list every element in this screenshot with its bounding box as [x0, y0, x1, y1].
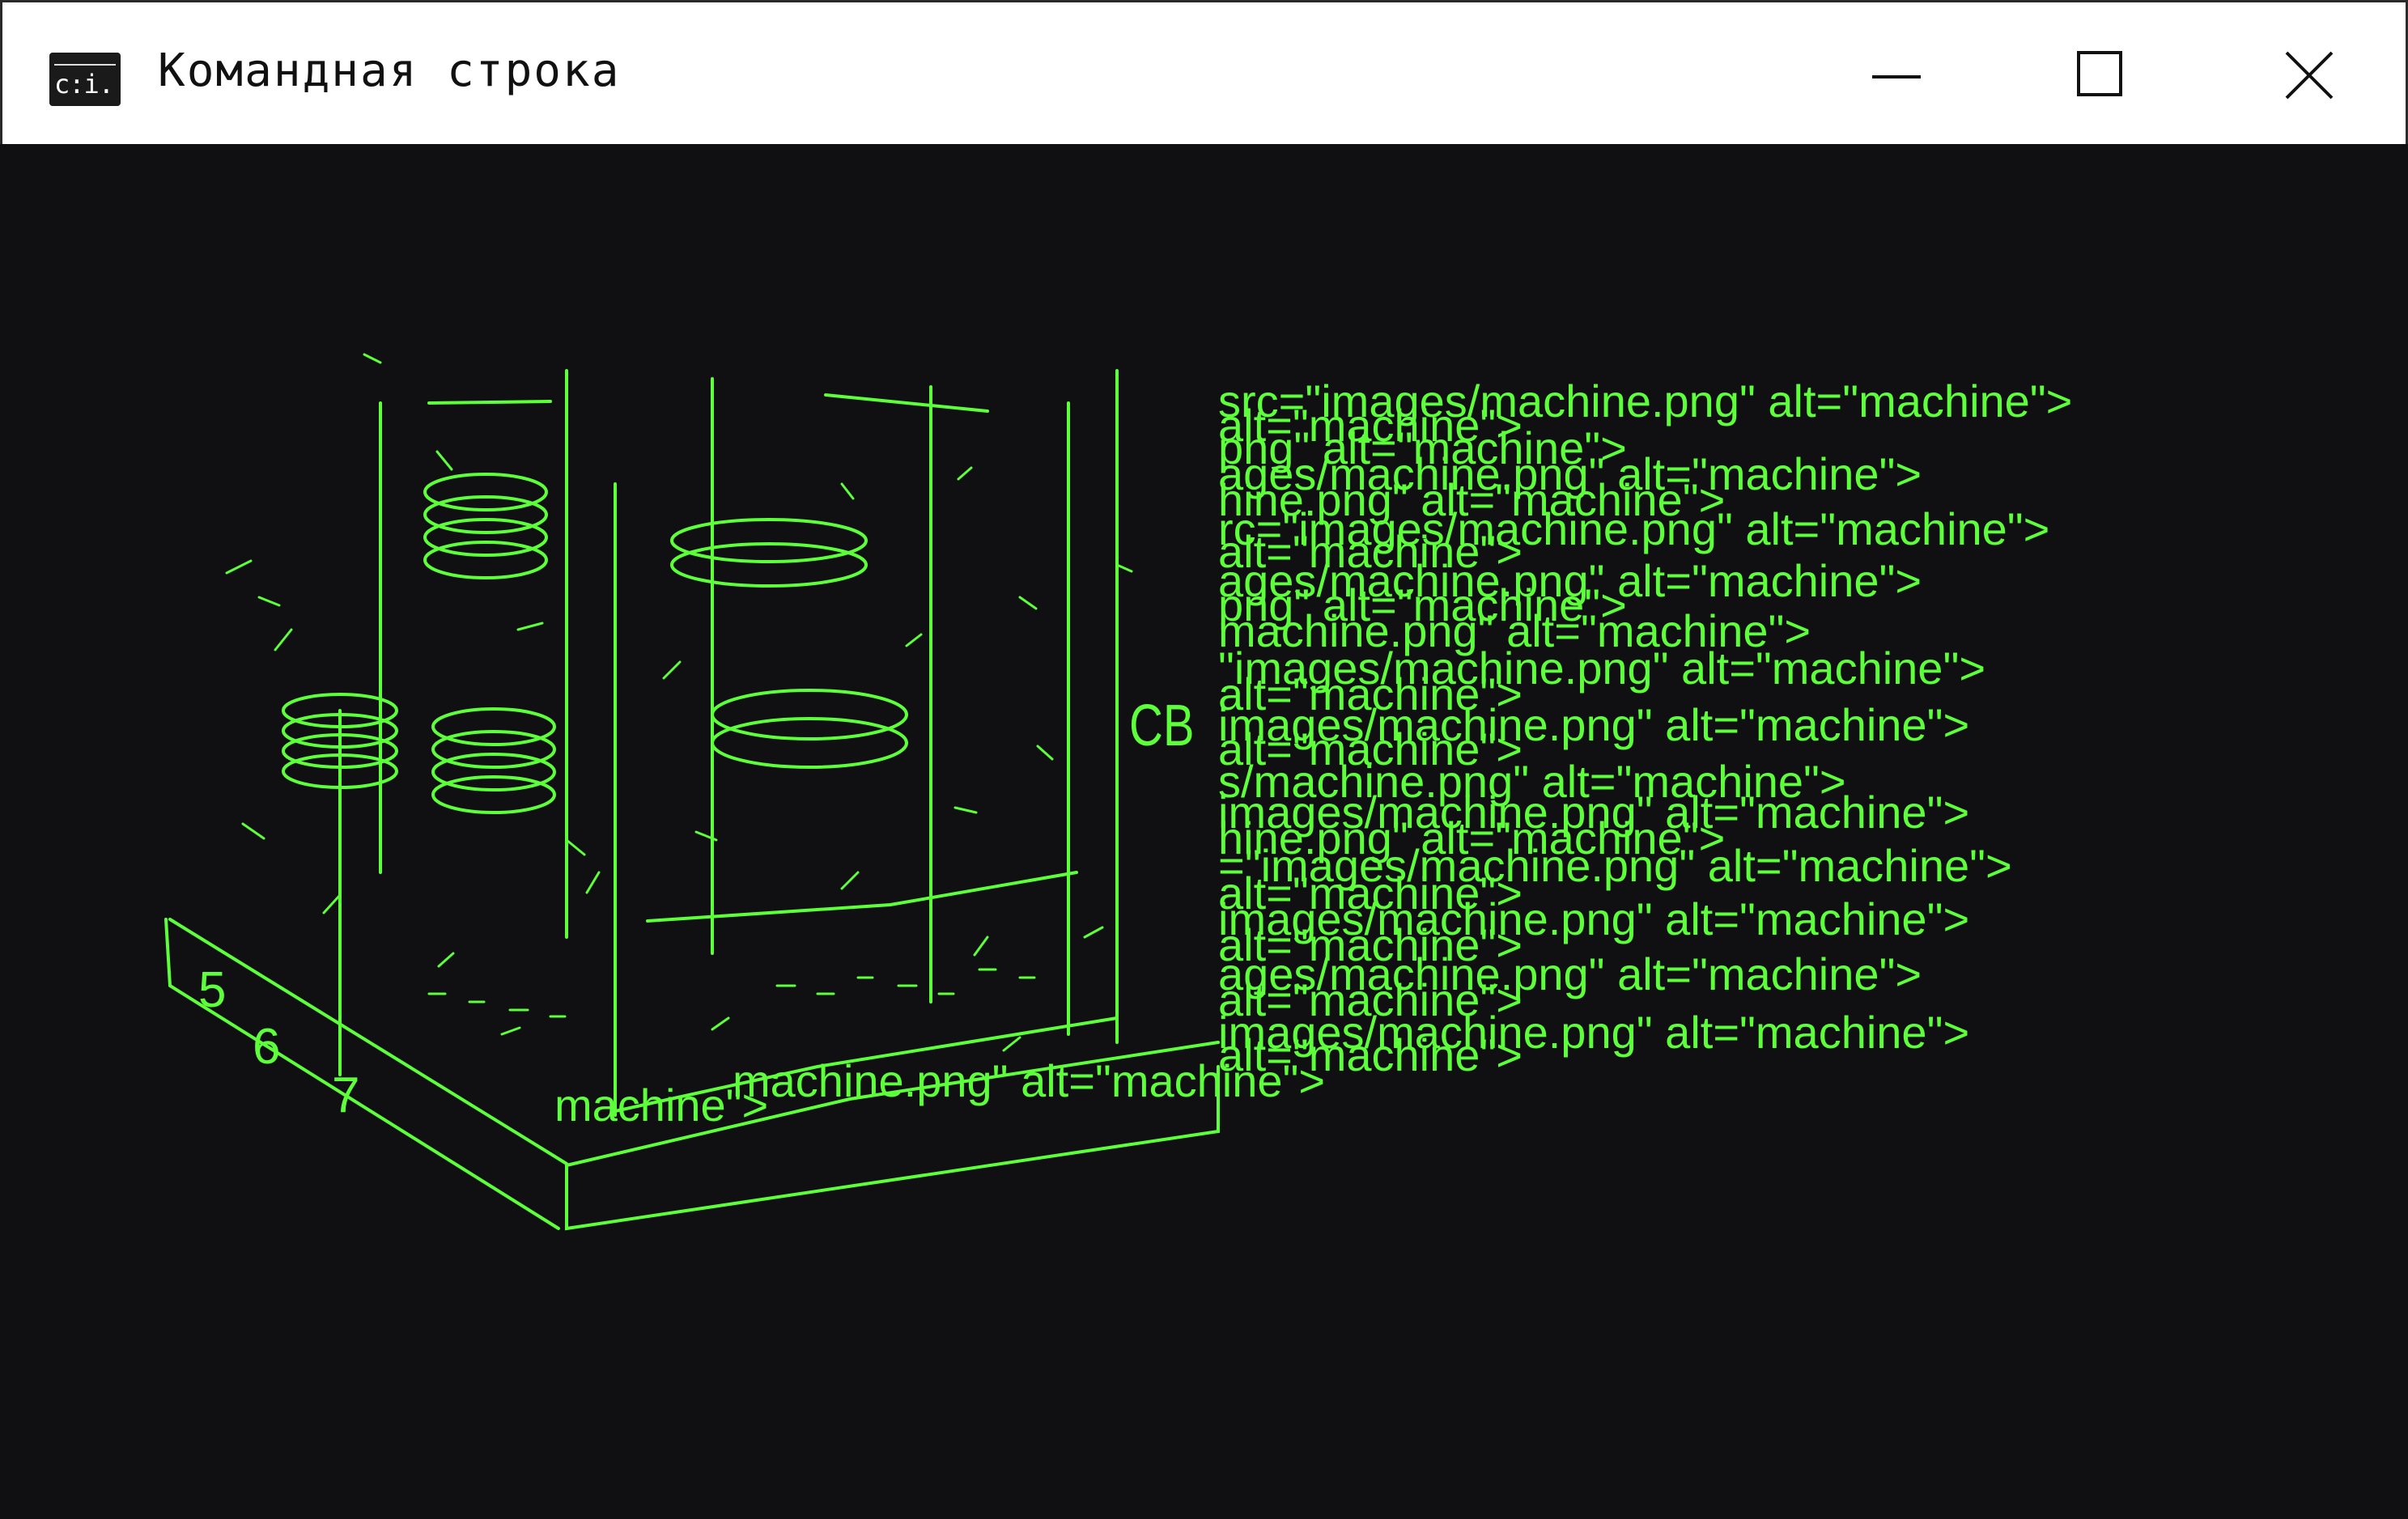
middle-coil [431, 707, 556, 814]
console-output[interactable]: src="images/machine.png" alt="machine"> … [554, 379, 2351, 1309]
close-button[interactable] [2269, 35, 2350, 116]
command-prompt-window: c:i. Командная строка CB 5 6 7 src="imag… [0, 0, 2408, 1519]
right-coil [711, 689, 908, 769]
minimize-button[interactable] [1856, 35, 1937, 116]
upper-coil [423, 473, 548, 579]
drawing-digit: 5 [198, 962, 227, 1018]
icon-titlebar-stripe [54, 57, 116, 66]
hatch-strokes [427, 968, 1036, 1018]
detail-strokes [225, 353, 1133, 1052]
drawing-digit: 6 [253, 1019, 281, 1075]
body-outline [338, 369, 1119, 1117]
console-area[interactable]: CB 5 6 7 src="images/machine.png" alt="m… [0, 144, 2408, 1519]
drawing-label-cb: CB [1129, 692, 1195, 759]
close-icon [2285, 51, 2334, 100]
center-coil [670, 518, 868, 588]
console-line: machine"> [554, 1080, 769, 1131]
command-prompt-icon: c:i. [49, 53, 121, 106]
top-bar [427, 393, 989, 413]
maximize-button[interactable] [2058, 35, 2139, 116]
maximize-icon [2077, 51, 2122, 96]
app-icon-label: c:i. [54, 69, 114, 100]
window-title: Командная строка [158, 45, 621, 97]
minimize-icon [1872, 75, 1921, 78]
base-edge-left [168, 918, 568, 1165]
drawing-digit: 7 [332, 1067, 360, 1123]
console-line: machine.png" alt="machine"> [733, 1055, 1326, 1106]
title-bar[interactable]: c:i. Командная строка [0, 0, 2408, 144]
